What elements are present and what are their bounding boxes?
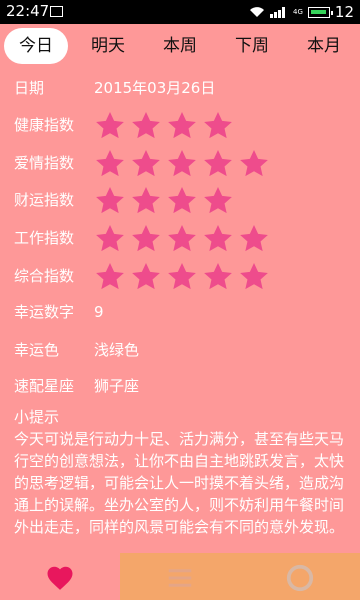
match-sign-row: 速配星座 狮子座 <box>14 371 354 401</box>
star-icon <box>96 187 124 214</box>
rating-label: 财运指数 <box>14 191 75 209</box>
network-type-label: 4G <box>293 8 303 16</box>
tab-today[interactable]: 今日 <box>4 28 68 64</box>
tab-tomorrow[interactable]: 明天 <box>76 28 140 64</box>
star-icon <box>168 150 196 177</box>
heart-icon <box>47 566 73 590</box>
rating-row-love: 爱情指数 <box>14 148 354 178</box>
date-row: 日期 2015年03月26日 <box>14 73 354 103</box>
match-sign-label: 速配星座 <box>14 377 75 395</box>
date-label: 日期 <box>14 79 45 97</box>
star-rating <box>94 110 234 142</box>
star-rating <box>94 223 270 255</box>
signal-icon <box>270 7 286 18</box>
tab-next-week[interactable]: 下周 <box>220 28 284 64</box>
star-icon <box>168 112 196 139</box>
rating-label: 综合指数 <box>14 267 75 285</box>
star-icon <box>204 263 232 290</box>
lucky-color-label: 幸运色 <box>14 341 60 359</box>
lucky-number-row: 幸运数字 9 <box>14 297 354 327</box>
tip-title: 小提示 <box>14 408 60 426</box>
star-icon <box>240 225 268 252</box>
lucky-color-row: 幸运色 浅绿色 <box>14 335 354 365</box>
period-tabs: 今日 明天 本周 下周 本月 <box>0 28 360 66</box>
rating-row-overall: 综合指数 <box>14 261 354 291</box>
star-rating <box>94 261 270 293</box>
list-icon[interactable] <box>165 563 195 593</box>
wifi-icon <box>250 7 265 17</box>
rating-label: 爱情指数 <box>14 154 75 172</box>
status-number: 12 <box>334 3 354 21</box>
rating-label: 健康指数 <box>14 116 75 134</box>
star-icon <box>132 112 160 139</box>
star-icon <box>168 225 196 252</box>
lucky-color-value: 浅绿色 <box>94 341 140 359</box>
star-icon <box>132 225 160 252</box>
nav-bar-right <box>120 553 360 600</box>
tab-this-week[interactable]: 本周 <box>148 28 212 64</box>
nav-item-favorites[interactable] <box>0 553 120 600</box>
star-icon <box>96 225 124 252</box>
star-icon <box>96 112 124 139</box>
battery-icon <box>307 6 333 18</box>
status-bar: 22:47 4G 12 <box>0 0 360 24</box>
star-rating <box>94 185 234 217</box>
lucky-number-label: 幸运数字 <box>14 303 75 321</box>
status-time: 22:47 <box>6 2 50 20</box>
star-icon <box>132 150 160 177</box>
rating-label: 工作指数 <box>14 229 75 247</box>
star-icon <box>168 263 196 290</box>
star-icon <box>204 150 232 177</box>
star-icon <box>204 187 232 214</box>
rating-row-health: 健康指数 <box>14 110 354 140</box>
tab-this-month[interactable]: 本月 <box>292 28 356 64</box>
star-icon <box>96 150 124 177</box>
match-sign-value: 狮子座 <box>94 377 140 395</box>
star-icon <box>96 263 124 290</box>
star-icon <box>132 187 160 214</box>
star-rating <box>94 148 270 180</box>
ring-icon[interactable] <box>285 563 315 593</box>
star-icon <box>240 263 268 290</box>
star-icon <box>240 150 268 177</box>
star-icon <box>204 112 232 139</box>
star-icon <box>168 187 196 214</box>
bottom-nav <box>0 553 360 600</box>
image-icon <box>50 6 63 17</box>
date-value: 2015年03月26日 <box>94 79 216 97</box>
star-icon <box>204 225 232 252</box>
lucky-number-value: 9 <box>94 303 104 321</box>
rating-row-wealth: 财运指数 <box>14 185 354 215</box>
tip-text: 今天可说是行动力十足、活力满分，甚至有些天马行空的创意想法，让你不由自主地跳跃发… <box>14 430 345 536</box>
star-icon <box>132 263 160 290</box>
rating-row-work: 工作指数 <box>14 223 354 253</box>
